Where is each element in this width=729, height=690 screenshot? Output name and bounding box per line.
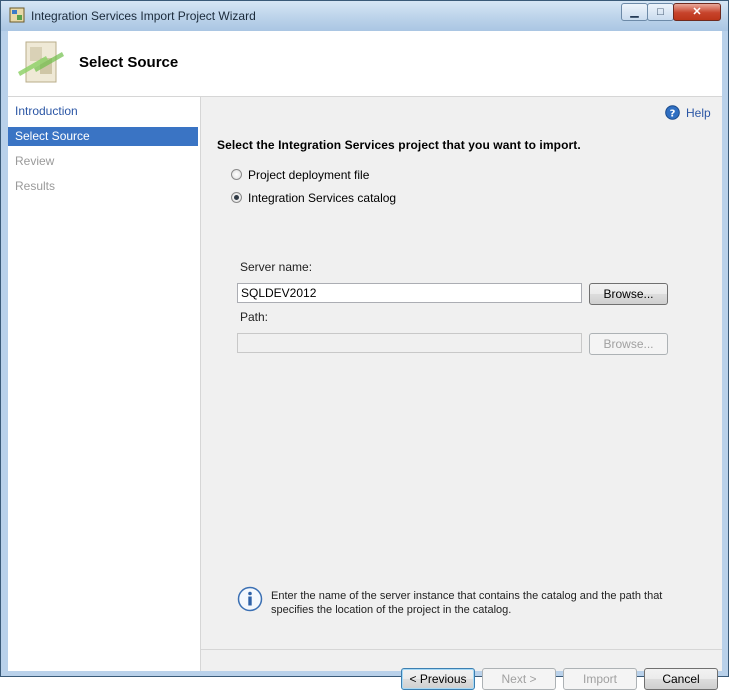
help-icon: ? (665, 105, 680, 120)
nav-item-results: Results (15, 179, 56, 193)
footer-divider (201, 649, 722, 650)
radio-label[interactable]: Project deployment file (248, 168, 369, 182)
title-bar[interactable]: Integration Services Import Project Wiza… (1, 1, 728, 31)
path-label: Path: (240, 310, 269, 324)
browse-path-button[interactable]: Browse... (589, 333, 668, 355)
server-name-input[interactable]: SQLDEV2012 (237, 283, 582, 303)
path-input[interactable] (237, 333, 582, 353)
nav-item-review: Review (15, 154, 55, 168)
previous-button[interactable]: < Previous (401, 668, 475, 690)
wizard-page-icon (18, 41, 64, 83)
header-banner: Select Source (8, 31, 722, 97)
close-button[interactable]: ✕ (673, 3, 721, 21)
radio-button-selected[interactable] (231, 192, 242, 203)
cancel-button[interactable]: Cancel (644, 668, 718, 690)
minimize-button[interactable]: ▁ (621, 3, 648, 21)
maximize-button[interactable]: □ (647, 3, 674, 21)
main-panel: ? Help Select the Integration Services p… (201, 97, 722, 690)
window-title: Integration Services Import Project Wiza… (31, 9, 256, 23)
help-label: Help (686, 106, 711, 120)
info-message: Enter the name of the server instance th… (271, 590, 663, 616)
nav-item-introduction[interactable]: Introduction (8, 102, 198, 121)
next-button[interactable]: Next > (482, 668, 556, 690)
page-title: Select Source (79, 54, 179, 71)
instruction-text: Select the Integration Services project … (217, 138, 581, 152)
nav-item-select-source[interactable]: Select Source (8, 127, 198, 146)
svg-text:?: ? (670, 109, 676, 120)
wizard-nav: Introduction Select Source Review Result… (8, 97, 201, 671)
server-name-label: Server name: (240, 260, 313, 274)
browse-server-button[interactable]: Browse... (589, 283, 668, 305)
app-icon (9, 7, 25, 23)
radio-label[interactable]: Integration Services catalog (248, 191, 396, 205)
info-icon (237, 586, 263, 612)
wizard-window: Integration Services Import Project Wiza… (0, 0, 729, 690)
radio-button[interactable] (231, 169, 242, 180)
import-button[interactable]: Import (563, 668, 637, 690)
wizard-client: Select Source Introduction Select Source… (8, 31, 722, 690)
